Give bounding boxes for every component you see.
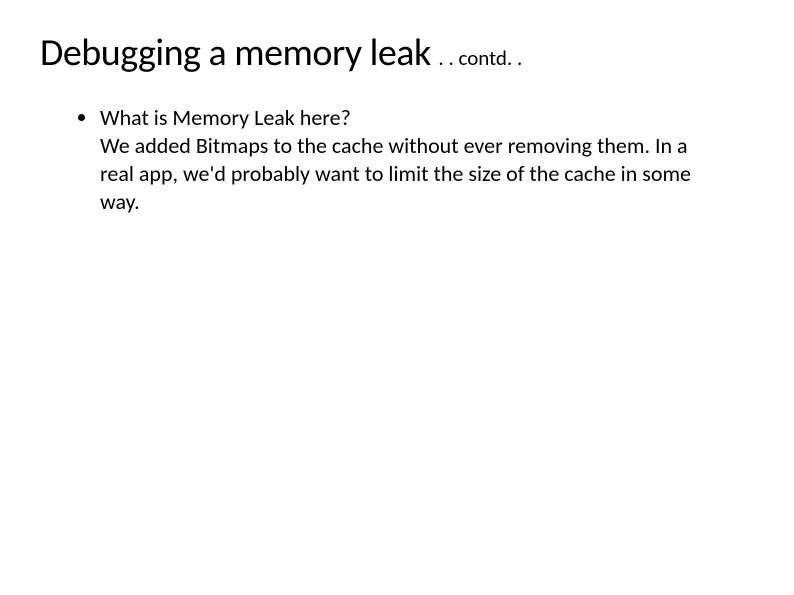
- slide-body: What is Memory Leak here? We added Bitma…: [40, 104, 754, 217]
- slide-title: Debugging a memory leak: [40, 30, 431, 76]
- list-item: What is Memory Leak here? We added Bitma…: [100, 104, 714, 217]
- bullet-answer: We added Bitmaps to the cache without ev…: [100, 132, 714, 216]
- slide-title-row: Debugging a memory leak . . contd. .: [40, 30, 754, 76]
- slide-title-suffix: . . contd. .: [438, 45, 522, 71]
- slide: Debugging a memory leak . . contd. . Wha…: [0, 0, 794, 595]
- bullet-icon: [78, 114, 85, 121]
- bullet-question: What is Memory Leak here?: [100, 104, 714, 132]
